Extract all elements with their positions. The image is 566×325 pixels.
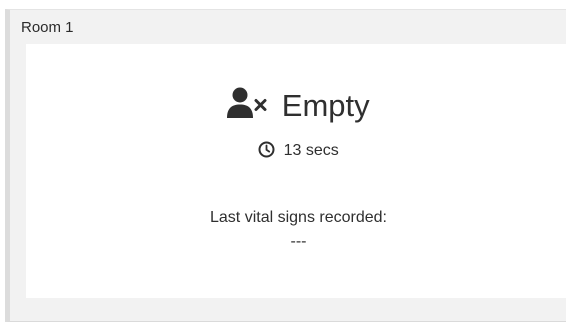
elapsed-timer: 13 secs [26, 141, 566, 160]
room-title: Room 1 [21, 19, 74, 36]
vitals-label: Last vital signs recorded: [210, 209, 387, 226]
elapsed-time-text: 13 secs [283, 142, 339, 159]
room-card: Room 1 Empty 13 secs Last vital signs re… [5, 9, 566, 322]
room-card-body: Empty 13 secs Last vital signs recorded:… [26, 44, 566, 298]
room-status-text: Empty [281, 88, 370, 123]
clock-icon [258, 141, 275, 157]
user-x-icon [227, 87, 267, 118]
room-status: Empty [26, 87, 566, 124]
vitals-value: --- [290, 233, 307, 250]
